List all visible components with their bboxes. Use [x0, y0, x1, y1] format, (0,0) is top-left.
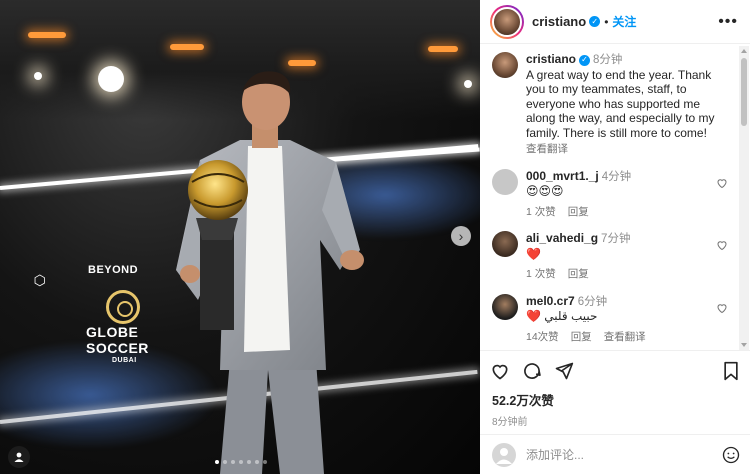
stage-lamp — [288, 60, 316, 66]
stage-light — [34, 72, 42, 80]
carousel-dot — [247, 460, 251, 464]
like-button[interactable] — [490, 361, 510, 381]
next-image-button[interactable]: › — [451, 226, 471, 246]
carousel-dot — [215, 460, 219, 464]
commenter-avatar[interactable] — [492, 293, 518, 320]
commenter-name[interactable]: mel0.cr7 — [526, 294, 575, 308]
post-age: 8分钟前 — [492, 417, 528, 428]
comment-time: 6分钟 — [577, 295, 608, 308]
commenter-avatar[interactable] — [492, 231, 518, 257]
carousel-dot — [223, 460, 227, 464]
verified-icon: ✓ — [579, 54, 591, 66]
verified-icon: ✓ — [589, 16, 601, 27]
brand-globe: GLOBE — [86, 324, 139, 340]
follow-button[interactable]: 关注 — [612, 13, 636, 30]
heart-icon[interactable] — [716, 239, 728, 251]
translate-link[interactable]: 查看翻译 — [604, 330, 646, 345]
chevron-right-icon: › — [458, 228, 464, 244]
scrollbar-thumb[interactable] — [741, 58, 747, 126]
tagged-user-button[interactable] — [8, 446, 30, 468]
user-icon — [496, 447, 512, 464]
caption-time: 8分钟 — [593, 54, 623, 66]
commenter-avatar[interactable] — [492, 168, 518, 195]
comment-text: 😍😍😍 — [526, 184, 564, 198]
author-username[interactable]: cristiano — [532, 14, 586, 29]
player-figure — [176, 71, 364, 474]
commenter-name[interactable]: ali_vahedi_g — [526, 231, 598, 245]
likes-count[interactable]: 52.2万次赞 — [480, 390, 750, 409]
reply-button[interactable]: 回复 — [568, 205, 589, 220]
carousel-dot — [231, 460, 235, 464]
scroll-down-icon[interactable] — [741, 343, 747, 347]
stage-lamp — [428, 46, 458, 52]
post-panel: cristiano ✓ • 关注 ••• cristiano ✓ 8分钟 A gre… — [480, 0, 750, 474]
more-icon[interactable]: ••• — [718, 13, 738, 31]
heart-icon[interactable] — [716, 302, 728, 314]
caption: cristiano ✓ 8分钟 A great way to end the yea… — [492, 52, 738, 157]
brand-badge: ⬡ — [33, 272, 47, 288]
comment-item: 000_mvrt1._j 4分钟 😍😍😍 1 次赞 回复 — [492, 168, 738, 220]
comment-item: mel0.cr7 6分钟 ❤️ حبيب قلبي 14次赞 回复 查看翻译 — [492, 293, 738, 345]
viewer-avatar — [492, 442, 516, 467]
bookmark-icon — [724, 361, 738, 380]
comment-likes[interactable]: 1 次赞 — [526, 205, 556, 220]
carousel-dot — [263, 460, 267, 464]
heart-icon — [492, 364, 508, 379]
share-button[interactable] — [554, 361, 574, 381]
reply-button[interactable]: 回复 — [568, 267, 589, 282]
comment-text: ❤️ — [526, 246, 541, 261]
comments-scrollbar[interactable] — [739, 46, 749, 350]
caption-text: A great way to end the year. Thank you t… — [526, 67, 715, 140]
carousel-dots — [215, 460, 267, 464]
carousel-dot — [255, 460, 259, 464]
brand-beyond: BEYOND — [88, 264, 139, 276]
stage-light — [98, 66, 124, 92]
reply-button[interactable]: 回复 — [571, 330, 592, 345]
comment-time: 4分钟 — [601, 170, 632, 183]
carousel-dot — [239, 460, 243, 464]
comment-item: ali_vahedi_g 7分钟 ❤️ 1 次赞 回复 — [492, 231, 738, 282]
share-icon — [555, 362, 574, 379]
comments-list[interactable]: cristiano ✓ 8分钟 A great way to end the yea… — [480, 44, 750, 350]
author-avatar-small[interactable] — [492, 52, 518, 78]
post-header: cristiano ✓ • 关注 ••• — [480, 0, 750, 44]
comment-input[interactable]: 添加评论... — [526, 446, 722, 463]
action-bar — [480, 350, 750, 390]
globe-soccer-logo-icon — [106, 290, 140, 324]
emoji-button[interactable] — [722, 446, 740, 464]
save-button[interactable] — [722, 361, 740, 381]
author-avatar[interactable] — [490, 4, 524, 39]
comment-button[interactable] — [522, 361, 542, 381]
post-viewer: ⬡ BEYOND GLOBE SOCCER DUBAI › cristiano … — [0, 0, 750, 474]
comment-likes[interactable]: 14次赞 — [526, 330, 559, 345]
stage-light — [464, 80, 472, 88]
caption-username[interactable]: cristiano — [526, 52, 576, 66]
separator-dot: • — [604, 14, 609, 29]
commenter-name[interactable]: 000_mvrt1._j — [526, 169, 599, 183]
comment-time: 7分钟 — [601, 233, 631, 245]
translate-link[interactable]: 查看翻译 — [526, 142, 568, 157]
comment-text: ❤️ حبيب قلبي — [526, 309, 598, 323]
stage-lamp — [170, 44, 204, 50]
heart-icon[interactable] — [716, 177, 728, 189]
brand-dubai: DUBAI — [112, 357, 137, 364]
comment-icon — [524, 362, 541, 379]
comment-composer: 添加评论... — [480, 434, 750, 474]
comment-likes[interactable]: 1 次赞 — [526, 267, 556, 282]
scroll-up-icon[interactable] — [741, 49, 747, 53]
emoji-icon — [722, 446, 740, 463]
post-media[interactable]: ⬡ BEYOND GLOBE SOCCER DUBAI › — [0, 0, 480, 474]
stage-lamp — [28, 32, 66, 38]
person-icon — [14, 452, 24, 462]
